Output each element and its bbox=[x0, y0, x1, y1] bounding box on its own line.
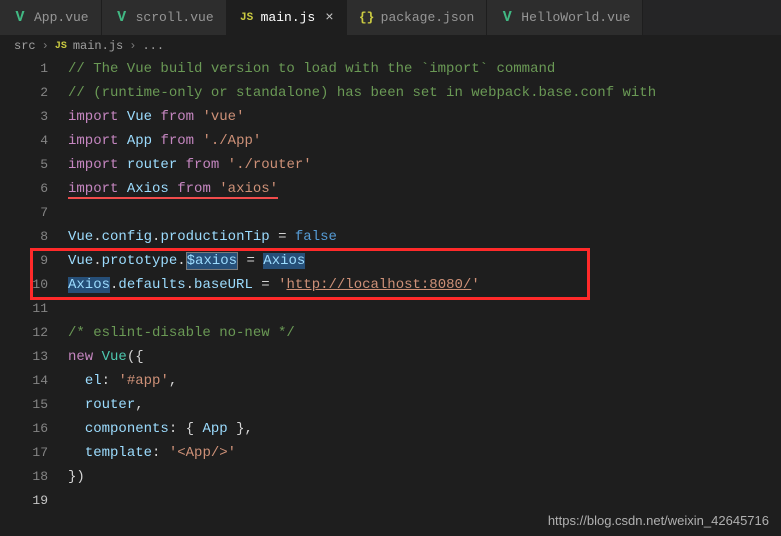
vue-icon: V bbox=[114, 10, 130, 26]
tab-label: package.json bbox=[381, 10, 475, 25]
js-icon: JS bbox=[239, 10, 255, 26]
code-editor[interactable]: 12345678910111213141516171819 // The Vue… bbox=[0, 57, 781, 513]
code-area[interactable]: // The Vue build version to load with th… bbox=[68, 57, 781, 513]
chevron-right-icon: › bbox=[129, 39, 136, 53]
breadcrumb-more: ... bbox=[142, 39, 164, 53]
close-icon[interactable]: × bbox=[325, 10, 333, 26]
line-number-gutter: 12345678910111213141516171819 bbox=[0, 57, 68, 513]
breadcrumb-root: src bbox=[14, 39, 36, 53]
watermark: https://blog.csdn.net/weixin_42645716 bbox=[548, 513, 769, 528]
vue-icon: V bbox=[12, 10, 28, 26]
tab-label: App.vue bbox=[34, 10, 89, 25]
js-icon: JS bbox=[55, 41, 67, 52]
tab-label: HelloWorld.vue bbox=[521, 10, 630, 25]
tab-app-vue[interactable]: V App.vue bbox=[0, 0, 102, 35]
tab-helloworld-vue[interactable]: V HelloWorld.vue bbox=[487, 0, 643, 35]
tab-main-js[interactable]: JS main.js × bbox=[227, 0, 347, 35]
vue-icon: V bbox=[499, 10, 515, 26]
tab-scroll-vue[interactable]: V scroll.vue bbox=[102, 0, 227, 35]
chevron-right-icon: › bbox=[42, 39, 49, 53]
tab-label: main.js bbox=[261, 10, 316, 25]
breadcrumb-file: main.js bbox=[73, 39, 123, 53]
breadcrumb[interactable]: src › JS main.js › ... bbox=[0, 35, 781, 57]
tab-bar: V App.vue V scroll.vue JS main.js × {} p… bbox=[0, 0, 781, 35]
tab-package-json[interactable]: {} package.json bbox=[347, 0, 488, 35]
json-icon: {} bbox=[359, 10, 375, 26]
tab-label: scroll.vue bbox=[136, 10, 214, 25]
